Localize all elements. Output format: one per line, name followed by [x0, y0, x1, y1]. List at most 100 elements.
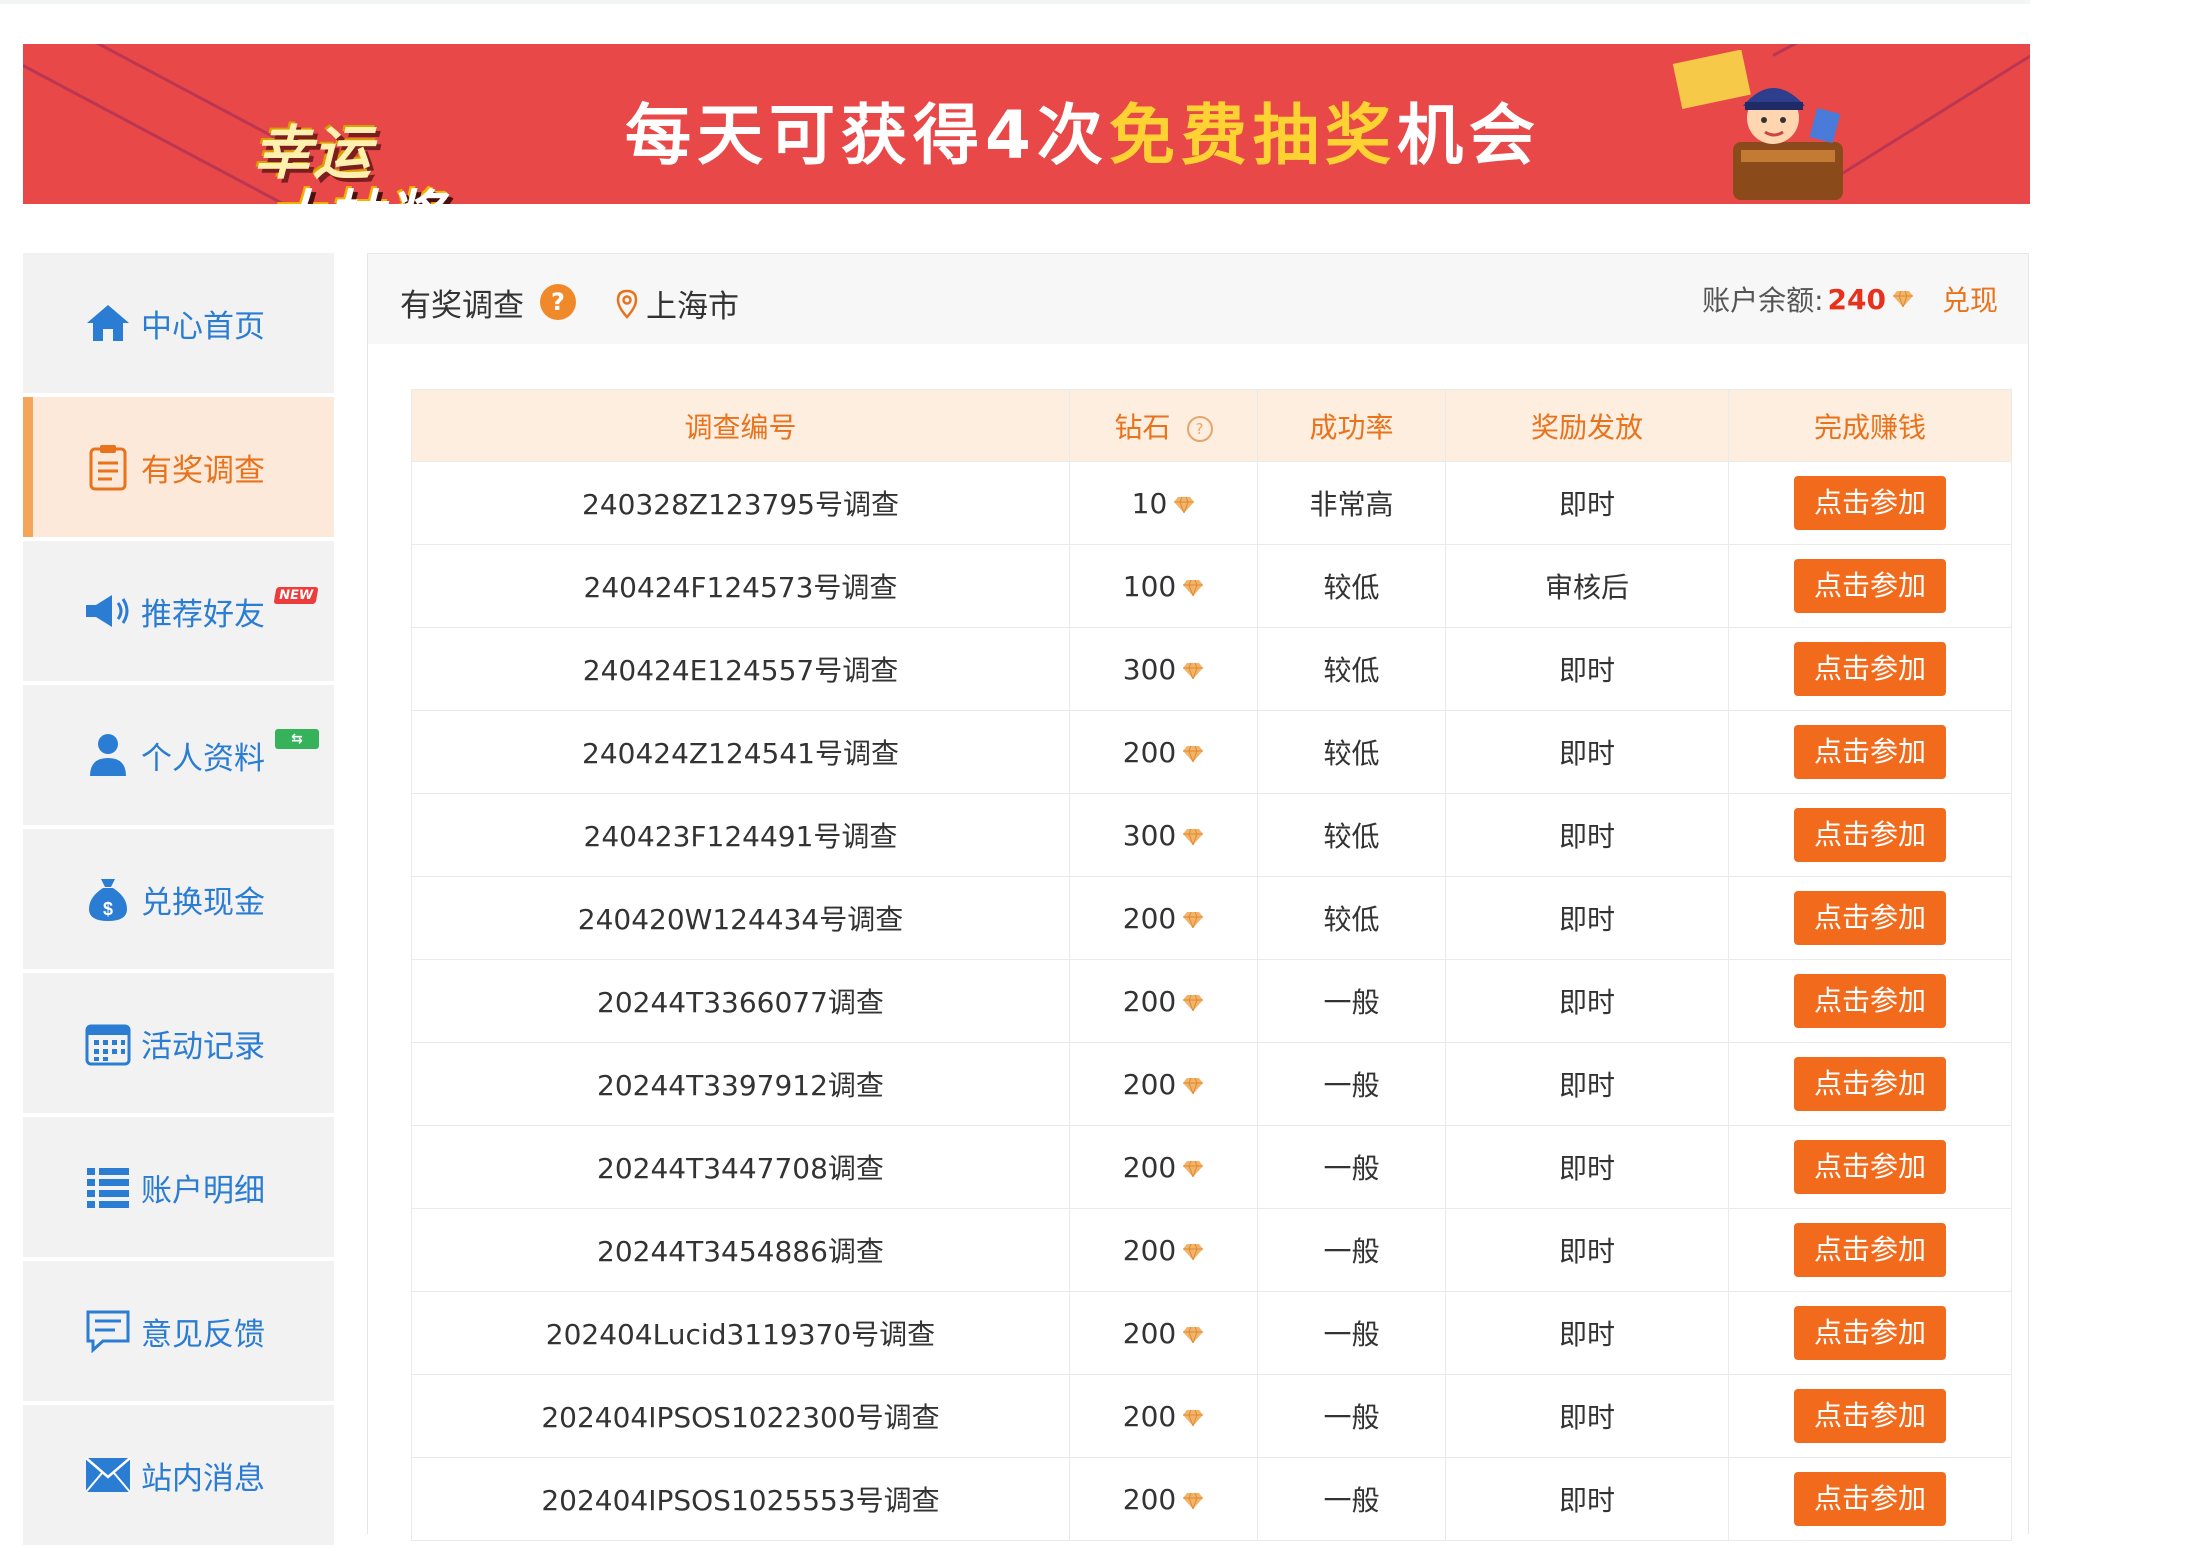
join-survey-button[interactable]: 点击参加 — [1794, 1389, 1946, 1443]
join-survey-button[interactable]: 点击参加 — [1794, 725, 1946, 779]
reward-payout: 即时 — [1445, 1208, 1729, 1292]
location-pin-icon — [616, 289, 638, 319]
join-survey-button[interactable]: 点击参加 — [1794, 642, 1946, 696]
table-row: 20244T3454886调查 200 一般 即时 点击参加 — [411, 1208, 2012, 1292]
survey-id: 240423F124491号调查 — [411, 793, 1070, 877]
survey-id: 20244T3454886调查 — [411, 1208, 1070, 1292]
mail-icon — [83, 1450, 133, 1500]
diamond-reward: 200 — [1069, 1208, 1258, 1292]
diamond-reward: 100 — [1069, 544, 1258, 628]
sidebar-item-profile[interactable]: 个人资料 ⇆ — [23, 685, 334, 825]
diamond-icon — [1183, 1492, 1204, 1509]
survey-id: 202404IPSOS1025553号调查 — [411, 1457, 1070, 1541]
diamond-icon — [1183, 1326, 1204, 1343]
balance-value: 240 — [1827, 282, 1886, 316]
action-cell: 点击参加 — [1728, 1125, 2012, 1209]
survey-id: 202404IPSOS1022300号调查 — [411, 1374, 1070, 1458]
banner-title: 每天可获得4次免费抽奖机会 — [625, 97, 1541, 174]
sidebar-item-account-details[interactable]: 账户明细 — [23, 1117, 334, 1257]
reward-payout: 即时 — [1445, 710, 1729, 794]
diamond-icon — [1183, 1077, 1204, 1094]
action-cell: 点击参加 — [1728, 793, 2012, 877]
sidebar-item-redeem-cash[interactable]: $ 兑换现金 — [23, 829, 334, 969]
sidebar-item-label: 活动记录 — [141, 1028, 265, 1065]
col-success-rate: 成功率 — [1257, 389, 1446, 462]
new-badge: NEW — [273, 587, 319, 604]
join-survey-button[interactable]: 点击参加 — [1794, 1472, 1946, 1526]
join-survey-button[interactable]: 点击参加 — [1794, 1306, 1946, 1360]
join-survey-button[interactable]: 点击参加 — [1794, 1223, 1946, 1277]
table-row: 202404IPSOS1022300号调查 200 一般 即时 点击参加 — [411, 1374, 2012, 1458]
success-rate: 较低 — [1257, 710, 1446, 794]
top-divider — [0, 0, 2030, 4]
location[interactable]: 上海市 — [616, 281, 739, 326]
sidebar-item-label: 有奖调查 — [141, 452, 265, 489]
help-icon[interactable]: ? — [540, 284, 576, 320]
diamond-help-icon[interactable]: ? — [1186, 415, 1213, 442]
action-cell: 点击参加 — [1728, 959, 2012, 1043]
diamond-icon — [1183, 1409, 1204, 1426]
action-cell: 点击参加 — [1728, 627, 2012, 711]
join-survey-button[interactable]: 点击参加 — [1794, 808, 1946, 862]
diamond-icon — [1183, 911, 1204, 928]
lottery-banner[interactable]: 幸运 大抽奖 每天可获得4次免费抽奖机会 — [23, 44, 2030, 204]
withdraw-link[interactable]: 兑现 — [1942, 279, 1998, 319]
reward-payout: 即时 — [1445, 1374, 1729, 1458]
diamond-icon — [1183, 1160, 1204, 1177]
survey-id: 20244T3366077调查 — [411, 959, 1070, 1043]
success-rate: 一般 — [1257, 1291, 1446, 1375]
survey-id: 240424E124557号调查 — [411, 627, 1070, 711]
action-cell: 点击参加 — [1728, 1457, 2012, 1541]
reward-payout: 即时 — [1445, 876, 1729, 960]
survey-id: 202404Lucid3119370号调查 — [411, 1291, 1070, 1375]
diamond-icon — [1892, 290, 1913, 308]
sidebar-item-label: 站内消息 — [141, 1460, 265, 1497]
account-balance: 账户余额: 240 兑现 — [1702, 279, 1998, 319]
join-survey-button[interactable]: 点击参加 — [1794, 891, 1946, 945]
join-survey-button[interactable]: 点击参加 — [1794, 1140, 1946, 1194]
survey-id: 20244T3397912调查 — [411, 1042, 1070, 1126]
table-row: 240424E124557号调查 300 较低 即时 点击参加 — [411, 627, 2012, 711]
reward-payout: 即时 — [1445, 627, 1729, 711]
diamond-reward: 200 — [1069, 1291, 1258, 1375]
diamond-reward: 200 — [1069, 1125, 1258, 1209]
success-rate: 较低 — [1257, 793, 1446, 877]
user-icon — [83, 730, 133, 780]
table-row: 240424Z124541号调查 200 较低 即时 点击参加 — [411, 710, 2012, 794]
diamond-icon — [1174, 496, 1195, 513]
success-rate: 一般 — [1257, 959, 1446, 1043]
col-diamonds: 钻石? — [1069, 389, 1258, 462]
col-reward-payout: 奖励发放 — [1445, 389, 1729, 462]
join-survey-button[interactable]: 点击参加 — [1794, 559, 1946, 613]
survey-table: 调查编号 钻石? 成功率 奖励发放 完成赚钱 240328Z123795号调查 1… — [411, 389, 2012, 1541]
mascot-illustration — [1663, 49, 1863, 200]
diamond-icon — [1183, 1243, 1204, 1260]
home-icon — [83, 298, 133, 348]
table-row: 20244T3366077调查 200 一般 即时 点击参加 — [411, 959, 2012, 1043]
join-survey-button[interactable]: 点击参加 — [1794, 974, 1946, 1028]
sidebar-item-refer-friends[interactable]: 推荐好友 NEW — [23, 541, 334, 681]
sidebar-item-messages[interactable]: 站内消息 — [23, 1405, 334, 1545]
action-cell: 点击参加 — [1728, 1042, 2012, 1126]
diamond-reward: 300 — [1069, 793, 1258, 877]
table-row: 240328Z123795号调查 10 非常高 即时 点击参加 — [411, 461, 2012, 545]
survey-id: 240420W124434号调查 — [411, 876, 1070, 960]
sidebar-nav: 中心首页 有奖调查 推荐好友 NEW 个人资料 ⇆ $ 兑换现金 活动记录 账户… — [23, 253, 334, 1549]
success-rate: 一般 — [1257, 1042, 1446, 1126]
join-survey-button[interactable]: 点击参加 — [1794, 1057, 1946, 1111]
table-row: 202404IPSOS1025553号调查 200 一般 即时 点击参加 — [411, 1457, 2012, 1541]
diamond-reward: 200 — [1069, 1042, 1258, 1126]
diamond-reward: 200 — [1069, 1457, 1258, 1541]
list-icon — [83, 1162, 133, 1212]
table-header-row: 调查编号 钻石? 成功率 奖励发放 完成赚钱 — [411, 389, 2012, 462]
success-rate: 较低 — [1257, 627, 1446, 711]
sidebar-item-feedback[interactable]: 意见反馈 — [23, 1261, 334, 1401]
sidebar-item-home[interactable]: 中心首页 — [23, 253, 334, 393]
reward-payout: 即时 — [1445, 959, 1729, 1043]
diamond-icon — [1183, 579, 1204, 596]
sidebar-item-activity-log[interactable]: 活动记录 — [23, 973, 334, 1113]
join-survey-button[interactable]: 点击参加 — [1794, 476, 1946, 530]
money-bag-icon: $ — [83, 874, 133, 924]
table-row: 240424F124573号调查 100 较低 审核后 点击参加 — [411, 544, 2012, 628]
sidebar-item-surveys[interactable]: 有奖调查 — [23, 397, 334, 537]
